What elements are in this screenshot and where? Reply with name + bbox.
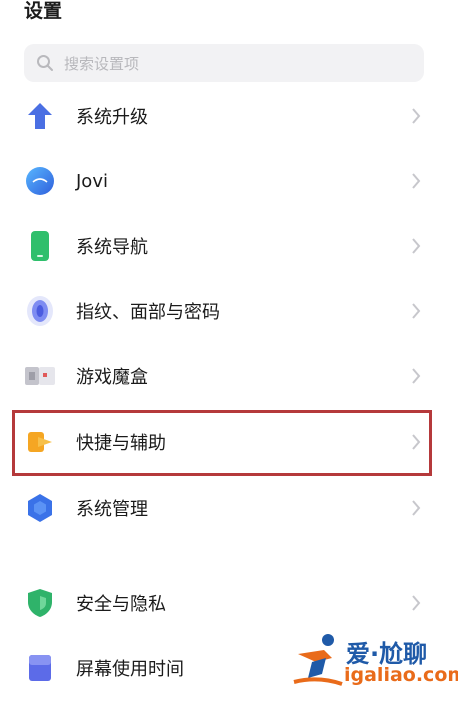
chevron-right-icon bbox=[408, 593, 424, 613]
settings-item-label: 系统升级 bbox=[76, 107, 148, 128]
settings-item-jovi[interactable]: Jovi bbox=[0, 152, 458, 210]
security-shield-icon bbox=[24, 587, 56, 619]
settings-item-system-navigation[interactable]: 系统导航 bbox=[0, 217, 458, 275]
watermark: 爱·尬聊 igaliao.com bbox=[292, 630, 458, 694]
settings-item-fingerprint-face-password[interactable]: 指纹、面部与密码 bbox=[0, 282, 458, 340]
chevron-right-icon bbox=[408, 366, 424, 386]
settings-item-game-box[interactable]: 游戏魔盒 bbox=[0, 347, 458, 405]
chevron-right-icon bbox=[408, 106, 424, 126]
watermark-url: igaliao.com bbox=[344, 664, 458, 686]
settings-item-system-upgrade[interactable]: 系统升级 bbox=[0, 87, 458, 145]
search-input[interactable]: 搜索设置项 bbox=[64, 53, 139, 74]
settings-item-label: 屏幕使用时间 bbox=[76, 659, 184, 680]
settings-item-label: Jovi bbox=[76, 170, 108, 192]
highlight-annotation-box bbox=[12, 410, 432, 476]
chevron-right-icon bbox=[408, 171, 424, 191]
page-title: 设置 bbox=[24, 0, 63, 22]
search-bar[interactable]: 搜索设置项 bbox=[24, 44, 424, 82]
system-management-hexagon-icon bbox=[24, 492, 56, 524]
watermark-logo-icon bbox=[292, 632, 344, 694]
system-upgrade-arrow-icon bbox=[24, 100, 56, 132]
jovi-icon bbox=[24, 165, 56, 197]
settings-item-label: 指纹、面部与密码 bbox=[76, 302, 220, 323]
chevron-right-icon bbox=[408, 301, 424, 321]
settings-item-label: 游戏魔盒 bbox=[76, 367, 148, 388]
screen-time-icon bbox=[24, 652, 56, 684]
fingerprint-icon bbox=[24, 295, 56, 327]
settings-item-label: 安全与隐私 bbox=[76, 594, 166, 615]
chevron-right-icon bbox=[408, 498, 424, 518]
settings-item-security-privacy[interactable]: 安全与隐私 bbox=[0, 574, 458, 632]
settings-item-system-management[interactable]: 系统管理 bbox=[0, 479, 458, 537]
game-box-icon bbox=[24, 360, 56, 392]
search-icon bbox=[34, 52, 56, 74]
phone-navigation-icon bbox=[24, 230, 56, 262]
settings-item-label: 系统导航 bbox=[76, 237, 148, 258]
chevron-right-icon bbox=[408, 236, 424, 256]
settings-item-label: 系统管理 bbox=[76, 499, 148, 520]
